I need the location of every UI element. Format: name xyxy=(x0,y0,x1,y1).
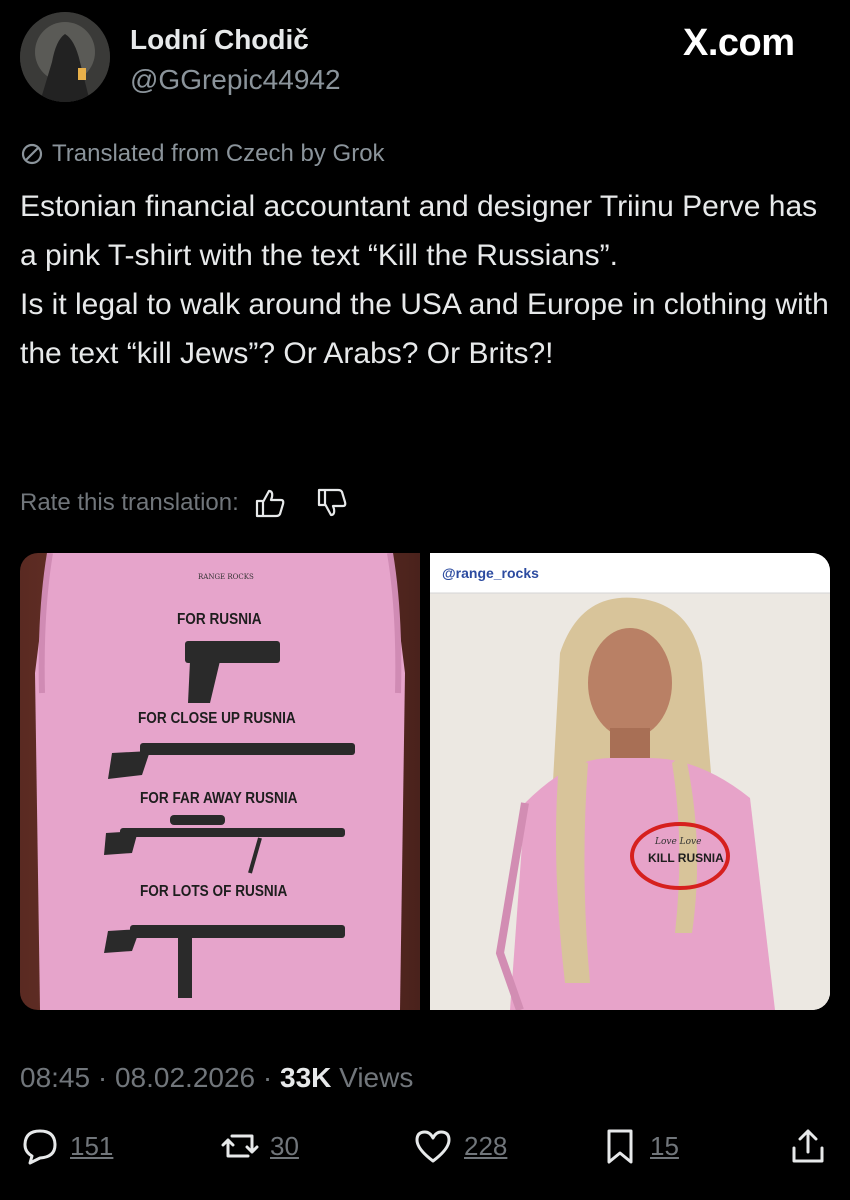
thumbs-down-icon[interactable] xyxy=(315,488,349,518)
shirt-chest-text: KILL RUSNIA xyxy=(648,851,724,865)
bookmark-count: 15 xyxy=(650,1130,679,1161)
woman-photo xyxy=(430,553,830,1010)
views-label: Views xyxy=(339,1062,414,1093)
avatar[interactable] xyxy=(20,12,110,102)
thumbs-up-icon[interactable] xyxy=(253,488,287,518)
bookmark-icon xyxy=(607,1129,633,1164)
site-logo: X.com xyxy=(683,22,795,64)
separator-dot: · xyxy=(97,1062,115,1093)
tweet-time[interactable]: 08:45 xyxy=(20,1062,90,1093)
media-image-woman-shirt[interactable]: @range_rocks Love Love KILL RUSNIA xyxy=(430,553,830,1010)
separator-dot: · xyxy=(262,1062,280,1093)
shirt-brand: RANGE ROCKS xyxy=(198,573,254,581)
shirt-line-3: FOR FAR AWAY RUSNIA xyxy=(140,790,298,807)
rate-translation: Rate this translation: xyxy=(20,488,349,518)
tweet-date[interactable]: 08.02.2026 xyxy=(115,1062,255,1093)
like-button[interactable]: 228 xyxy=(412,1126,507,1166)
views-count: 33K xyxy=(280,1062,332,1093)
repost-button[interactable]: 30 xyxy=(220,1126,299,1166)
timestamp-line: 08:45 · 08.02.2026 · 33K Views xyxy=(20,1062,413,1094)
tweet-text: Estonian financial accountant and design… xyxy=(20,190,829,370)
shirt-script: Love Love xyxy=(655,837,702,847)
shirt-line-1: FOR RUSNIA xyxy=(177,611,262,628)
action-bar: 151 30 228 15 xyxy=(0,1126,850,1176)
user-handle[interactable]: @GGrepic44942 xyxy=(130,64,341,96)
share-button[interactable] xyxy=(788,1126,828,1166)
shirt-line-4: FOR LOTS OF RUSNIA xyxy=(140,883,288,900)
display-name[interactable]: Lodní Chodič xyxy=(130,24,309,56)
translation-note: Translated from Czech by Grok xyxy=(20,140,385,168)
avatar-image xyxy=(20,12,110,102)
bookmark-button[interactable]: 15 xyxy=(600,1126,679,1166)
share-icon xyxy=(792,1129,824,1163)
shirt-line-2: FOR CLOSE UP RUSNIA xyxy=(138,710,296,727)
media-image-shirt-back[interactable]: RANGE ROCKS FOR RUSNIA FOR CLOSE UP RUSN… xyxy=(20,553,420,1010)
reply-button[interactable]: 151 xyxy=(20,1126,113,1166)
like-count: 228 xyxy=(464,1130,508,1161)
rate-translation-label: Rate this translation: xyxy=(20,489,239,516)
repost-icon xyxy=(221,1134,259,1158)
reply-icon xyxy=(23,1129,57,1165)
translation-note-text: Translated from Czech by Grok xyxy=(52,140,385,167)
reply-count: 151 xyxy=(70,1130,114,1161)
heart-icon xyxy=(415,1130,451,1163)
image-caption: @range_rocks xyxy=(442,565,539,581)
repost-count: 30 xyxy=(270,1130,299,1161)
slash-circle-icon xyxy=(21,143,43,165)
